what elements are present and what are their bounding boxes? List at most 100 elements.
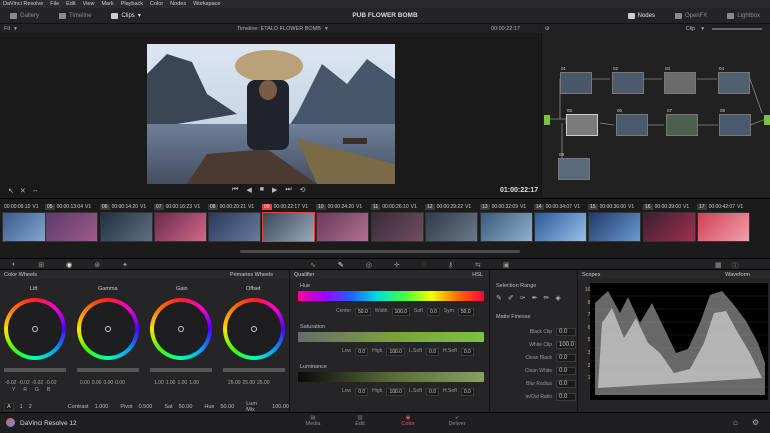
timeline-button[interactable]: Timeline bbox=[49, 8, 101, 24]
window-icon[interactable]: ◎ bbox=[366, 261, 372, 269]
soft-plus-icon[interactable]: ✏ bbox=[544, 294, 550, 302]
gamma-puck[interactable] bbox=[105, 326, 111, 332]
hue-center-field[interactable]: 50.0 bbox=[355, 308, 371, 316]
lum-high-field[interactable]: 100.0 bbox=[386, 388, 405, 396]
timeline-clip-thumb[interactable] bbox=[534, 212, 587, 242]
node-09[interactable] bbox=[558, 158, 590, 180]
timeline-clip-thumb[interactable] bbox=[45, 212, 98, 242]
nodes-button[interactable]: Nodes bbox=[618, 8, 665, 24]
menu-view[interactable]: View bbox=[83, 1, 95, 7]
timeline-clip-thumb-active[interactable] bbox=[262, 212, 315, 242]
black-clip-field[interactable]: 0.0 bbox=[556, 327, 576, 336]
eyedropper-minus-icon[interactable]: ✐ bbox=[508, 294, 514, 302]
menu-workspace[interactable]: Workspace bbox=[193, 1, 220, 7]
in-out-ratio-field[interactable]: 0.0 bbox=[556, 392, 576, 401]
skip-end-icon[interactable]: ⏭ bbox=[285, 186, 291, 194]
white-clip-field[interactable]: 100.0 bbox=[556, 340, 576, 349]
key-icon[interactable]: ⚷ bbox=[448, 261, 453, 269]
sat-low-field[interactable]: 0.0 bbox=[355, 348, 369, 356]
rgb-mixer-icon[interactable]: ⊛ bbox=[94, 261, 100, 269]
node-08[interactable] bbox=[719, 114, 751, 136]
eyedropper-icon[interactable]: ✎ bbox=[496, 294, 502, 302]
page-2[interactable]: 2 bbox=[29, 404, 32, 410]
offset-puck[interactable] bbox=[251, 326, 257, 332]
curves-icon[interactable]: ∿ bbox=[310, 261, 316, 269]
color-match-icon[interactable]: ⊞ bbox=[38, 261, 44, 269]
play-icon[interactable]: ▶ bbox=[272, 186, 277, 194]
node-07[interactable] bbox=[666, 114, 698, 136]
stop-icon[interactable]: ■ bbox=[260, 186, 264, 194]
node-03[interactable] bbox=[664, 72, 696, 94]
gain-wheel[interactable] bbox=[150, 298, 212, 360]
timeline-scrollbar[interactable] bbox=[240, 250, 520, 253]
home-icon[interactable]: ⌂ bbox=[733, 418, 738, 427]
node-settings-icon[interactable]: ⊘ bbox=[545, 26, 550, 32]
node-mode-dropdown[interactable]: Clip bbox=[686, 26, 695, 32]
wheels-mode-dropdown[interactable]: Primaries Wheels bbox=[230, 272, 273, 278]
openfx-button[interactable]: OpenFX bbox=[665, 8, 717, 24]
color-page-button[interactable]: ◉ Color bbox=[393, 415, 423, 427]
page-a[interactable]: A bbox=[4, 403, 14, 411]
hue-qualifier-bar[interactable] bbox=[298, 291, 484, 301]
sat-lsoft-field[interactable]: 0.0 bbox=[426, 348, 439, 356]
offset-wheel[interactable] bbox=[223, 298, 285, 360]
contrast-value[interactable]: 1.000 bbox=[95, 404, 109, 410]
gallery-button[interactable]: Gallery bbox=[0, 8, 49, 24]
sizing-icon[interactable]: ⇆ bbox=[475, 261, 481, 269]
settings-gear-icon[interactable]: ⚙ bbox=[752, 418, 759, 427]
scope-mode-dropdown[interactable]: Waveform bbox=[725, 272, 750, 278]
color-wheels-icon[interactable]: ◉ bbox=[66, 261, 72, 269]
loop-icon[interactable]: ⟲ bbox=[300, 186, 306, 194]
node-zoom-slider[interactable] bbox=[712, 27, 762, 30]
media-page-button[interactable]: ▤ Media bbox=[298, 415, 328, 427]
motion-effects-icon[interactable]: ✦ bbox=[122, 261, 128, 269]
qualifier-mode-dropdown[interactable]: HSL bbox=[472, 272, 483, 278]
menu-mark[interactable]: Mark bbox=[101, 1, 113, 7]
timeline-clip-thumb[interactable] bbox=[100, 212, 153, 242]
clips-button[interactable]: Clips ▾ bbox=[101, 8, 150, 24]
eyedropper-plus-icon[interactable]: ✑ bbox=[520, 294, 526, 302]
luminance-qualifier-bar[interactable] bbox=[298, 372, 484, 382]
deliver-page-button[interactable]: ➶ Deliver bbox=[442, 415, 472, 427]
gain-master-slider[interactable] bbox=[150, 368, 212, 372]
timeline-clip-thumb[interactable] bbox=[208, 212, 261, 242]
qualifier-icon[interactable]: ✎ bbox=[338, 261, 344, 269]
timeline-name[interactable]: Timeline: ETALO FLOWER BOMB bbox=[237, 26, 321, 32]
timeline-clip-thumb[interactable] bbox=[316, 212, 369, 242]
clean-white-field[interactable]: 0.0 bbox=[556, 366, 576, 375]
skip-start-icon[interactable]: ⏮ bbox=[232, 186, 238, 194]
timeline-clip-thumb[interactable] bbox=[697, 212, 750, 242]
timeline-clip-thumb[interactable] bbox=[425, 212, 478, 242]
soft-minus-icon[interactable]: ✒ bbox=[532, 294, 538, 302]
timeline-clip-thumb[interactable] bbox=[480, 212, 533, 242]
node-02[interactable] bbox=[612, 72, 644, 94]
lum-hsoft-field[interactable]: 0.0 bbox=[460, 388, 474, 396]
tracker-icon[interactable]: ✛ bbox=[394, 261, 400, 269]
lift-puck[interactable] bbox=[32, 326, 38, 332]
zoom-icon[interactable]: ↔ bbox=[32, 187, 39, 195]
lum-low-field[interactable]: 0.0 bbox=[355, 388, 369, 396]
lift-master-slider[interactable] bbox=[4, 368, 66, 372]
invert-icon[interactable]: ◈ bbox=[555, 294, 560, 302]
sat-value[interactable]: 50.00 bbox=[179, 404, 193, 410]
menu-color[interactable]: Color bbox=[150, 1, 163, 7]
menu-edit[interactable]: Edit bbox=[66, 1, 75, 7]
timeline-clip-thumb[interactable] bbox=[371, 212, 424, 242]
pivot-value[interactable]: 0.500 bbox=[139, 404, 153, 410]
gamma-wheel[interactable] bbox=[77, 298, 139, 360]
pointer-icon[interactable]: ↖ bbox=[8, 187, 14, 195]
lightbox-button[interactable]: Lightbox bbox=[717, 8, 770, 24]
camera-raw-icon[interactable]: ◐ bbox=[12, 261, 16, 269]
node-01[interactable] bbox=[560, 72, 592, 94]
sat-high-field[interactable]: 100.0 bbox=[386, 348, 405, 356]
lum-lsoft-field[interactable]: 0.0 bbox=[426, 388, 439, 396]
menu-file[interactable]: File bbox=[50, 1, 59, 7]
node-04[interactable] bbox=[718, 72, 750, 94]
saturation-qualifier-bar[interactable] bbox=[298, 332, 484, 342]
fit-dropdown[interactable]: Fit bbox=[4, 26, 10, 32]
3d-icon[interactable]: ▣ bbox=[503, 261, 510, 269]
sat-hsoft-field[interactable]: 0.0 bbox=[460, 348, 474, 356]
hue-sym-field[interactable]: 50.0 bbox=[457, 308, 474, 316]
timeline-clip-thumb[interactable] bbox=[643, 212, 696, 242]
hue-value[interactable]: 50.00 bbox=[220, 404, 234, 410]
